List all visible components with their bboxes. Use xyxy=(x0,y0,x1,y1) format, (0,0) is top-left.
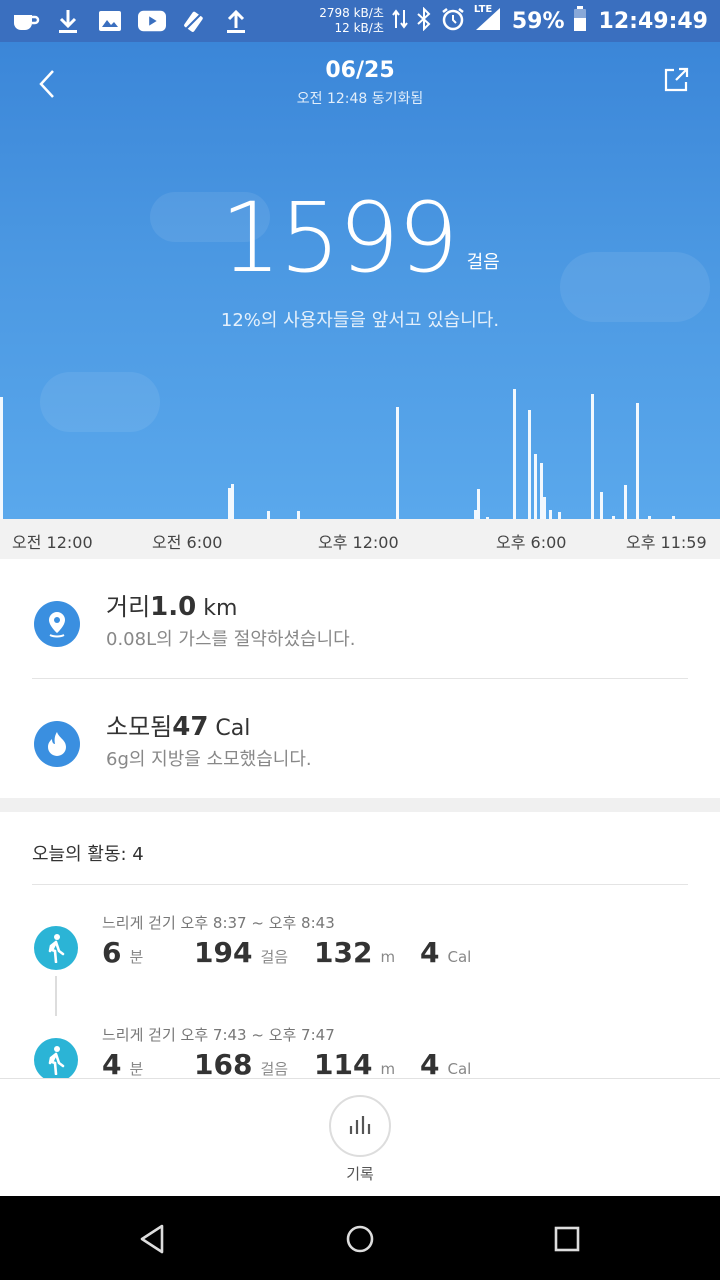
unit-label: 분 xyxy=(129,1060,144,1078)
signal-icon: LTE xyxy=(474,4,504,36)
unit-label: 분 xyxy=(129,948,144,966)
chart-bar xyxy=(543,497,546,519)
youtube-icon xyxy=(138,7,166,35)
activity-steps: 168 xyxy=(194,1048,253,1081)
chart-bar xyxy=(0,397,3,519)
walking-icon xyxy=(34,1038,78,1082)
unit-label: m xyxy=(380,1060,396,1078)
chart-bar xyxy=(558,512,561,519)
chart-bar xyxy=(231,484,234,519)
chart-bar xyxy=(534,454,537,519)
activity-values: 6분 194 걸음 132 m 4 Cal xyxy=(102,936,471,969)
distance-title: 거리1.0 km xyxy=(106,592,238,622)
timeline-connector xyxy=(55,976,57,1016)
walking-icon xyxy=(34,926,78,970)
chart-bar xyxy=(528,410,531,519)
rank-text: 12%의 사용자들을 앞서고 있습니다. xyxy=(220,310,500,331)
coffee-icon xyxy=(12,7,40,35)
hourly-steps-chart xyxy=(0,342,720,519)
distance-stat[interactable]: 거리1.0 km 0.08L의 가스를 절약하셨습니다. xyxy=(0,559,720,679)
bar-chart-icon xyxy=(349,1116,371,1134)
x-tick-label: 오후 11:59 xyxy=(626,533,707,552)
chart-bar xyxy=(297,511,300,519)
activity-distance: 132 xyxy=(314,936,373,969)
records-label: 기록 xyxy=(346,1165,374,1183)
battery-icon xyxy=(573,6,587,36)
activity-minutes: 6 xyxy=(102,936,122,969)
nav-home-icon[interactable] xyxy=(343,1222,377,1256)
divider xyxy=(32,884,688,885)
x-tick-label: 오후 6:00 xyxy=(496,533,567,552)
data-saver-icon xyxy=(180,7,208,35)
alarm-icon xyxy=(440,6,466,36)
activity-title: 느리게 걷기 오후 7:43 ~ 오후 7:47 xyxy=(102,1026,335,1044)
section-separator xyxy=(0,798,720,812)
chart-bar xyxy=(267,511,270,519)
activity-values: 4분 168 걸음 114 m 4 Cal xyxy=(102,1048,471,1081)
activity-item[interactable]: 느리게 걷기 오후 8:37 ~ 오후 8:43 6분 194 걸음 132 m 4… xyxy=(0,900,720,1000)
image-icon xyxy=(96,7,124,35)
calories-title: 소모됨47 Cal xyxy=(106,712,251,742)
bluetooth-icon xyxy=(416,6,432,35)
flame-icon xyxy=(34,721,80,767)
unit-label: 걸음 xyxy=(260,948,289,966)
activities-heading: 오늘의 활동: 4 xyxy=(32,844,144,865)
page-title: 06/25 xyxy=(325,58,395,83)
status-bar: 2798 kB/초 12 kB/초 LTE 59% 12:49:49 xyxy=(0,0,720,42)
distance-subtext: 0.08L의 가스를 절약하셨습니다. xyxy=(106,629,356,650)
activity-minutes: 4 xyxy=(102,1048,122,1081)
sync-status: 오전 12:48 동기화됨 xyxy=(296,91,424,107)
unit-label: m xyxy=(380,948,396,966)
upload-icon xyxy=(222,7,250,35)
unit-label: 걸음 xyxy=(260,1060,289,1078)
chart-bar xyxy=(396,407,399,519)
x-tick-label: 오전 6:00 xyxy=(152,533,223,552)
x-tick-label: 오후 12:00 xyxy=(318,533,399,552)
data-transfer-icon xyxy=(392,8,408,34)
chart-bar xyxy=(624,485,627,519)
chart-bar xyxy=(591,394,594,519)
nav-back-icon[interactable] xyxy=(136,1222,170,1256)
chart-x-axis: 오전 12:00 오전 6:00 오후 12:00 오후 6:00 오후 11:… xyxy=(0,519,720,559)
activity-calories: 4 xyxy=(420,1048,440,1081)
steps-hero: 06/25 오전 12:48 동기화됨 1599 걸음 12%의 사용자들을 앞… xyxy=(0,42,720,519)
activity-distance: 114 xyxy=(314,1048,373,1081)
download-icon xyxy=(54,7,82,35)
battery-percent: 59% xyxy=(511,8,565,34)
chart-bar xyxy=(600,492,603,519)
activity-title: 느리게 걷기 오후 8:37 ~ 오후 8:43 xyxy=(102,914,335,932)
calories-stat[interactable]: 소모됨47 Cal 6g의 지방을 소모했습니다. xyxy=(0,679,720,799)
steps-summary: 1599 걸음 xyxy=(0,188,720,288)
x-tick-label: 오전 12:00 xyxy=(12,533,93,552)
chart-bar xyxy=(549,510,552,519)
share-icon xyxy=(664,67,689,92)
bottom-tab-bar: 기록 xyxy=(0,1078,720,1196)
system-nav-bar xyxy=(0,1196,720,1280)
location-pin-icon xyxy=(34,601,80,647)
chart-bar xyxy=(636,403,639,519)
steps-count: 1599 xyxy=(220,182,458,294)
activity-calories: 4 xyxy=(420,936,440,969)
clock: 12:49:49 xyxy=(598,8,708,34)
unit-label: Cal xyxy=(447,948,472,966)
network-speed: 2798 kB/초 12 kB/초 xyxy=(319,6,384,35)
records-button[interactable] xyxy=(329,1095,391,1157)
chart-bar xyxy=(513,389,516,519)
unit-label: Cal xyxy=(447,1060,472,1078)
calories-subtext: 6g의 지방을 소모했습니다. xyxy=(106,749,312,770)
activity-steps: 194 xyxy=(194,936,253,969)
nav-recents-icon[interactable] xyxy=(550,1222,584,1256)
steps-unit: 걸음 xyxy=(466,252,500,273)
chart-bar xyxy=(477,489,480,519)
share-button[interactable] xyxy=(662,66,694,98)
